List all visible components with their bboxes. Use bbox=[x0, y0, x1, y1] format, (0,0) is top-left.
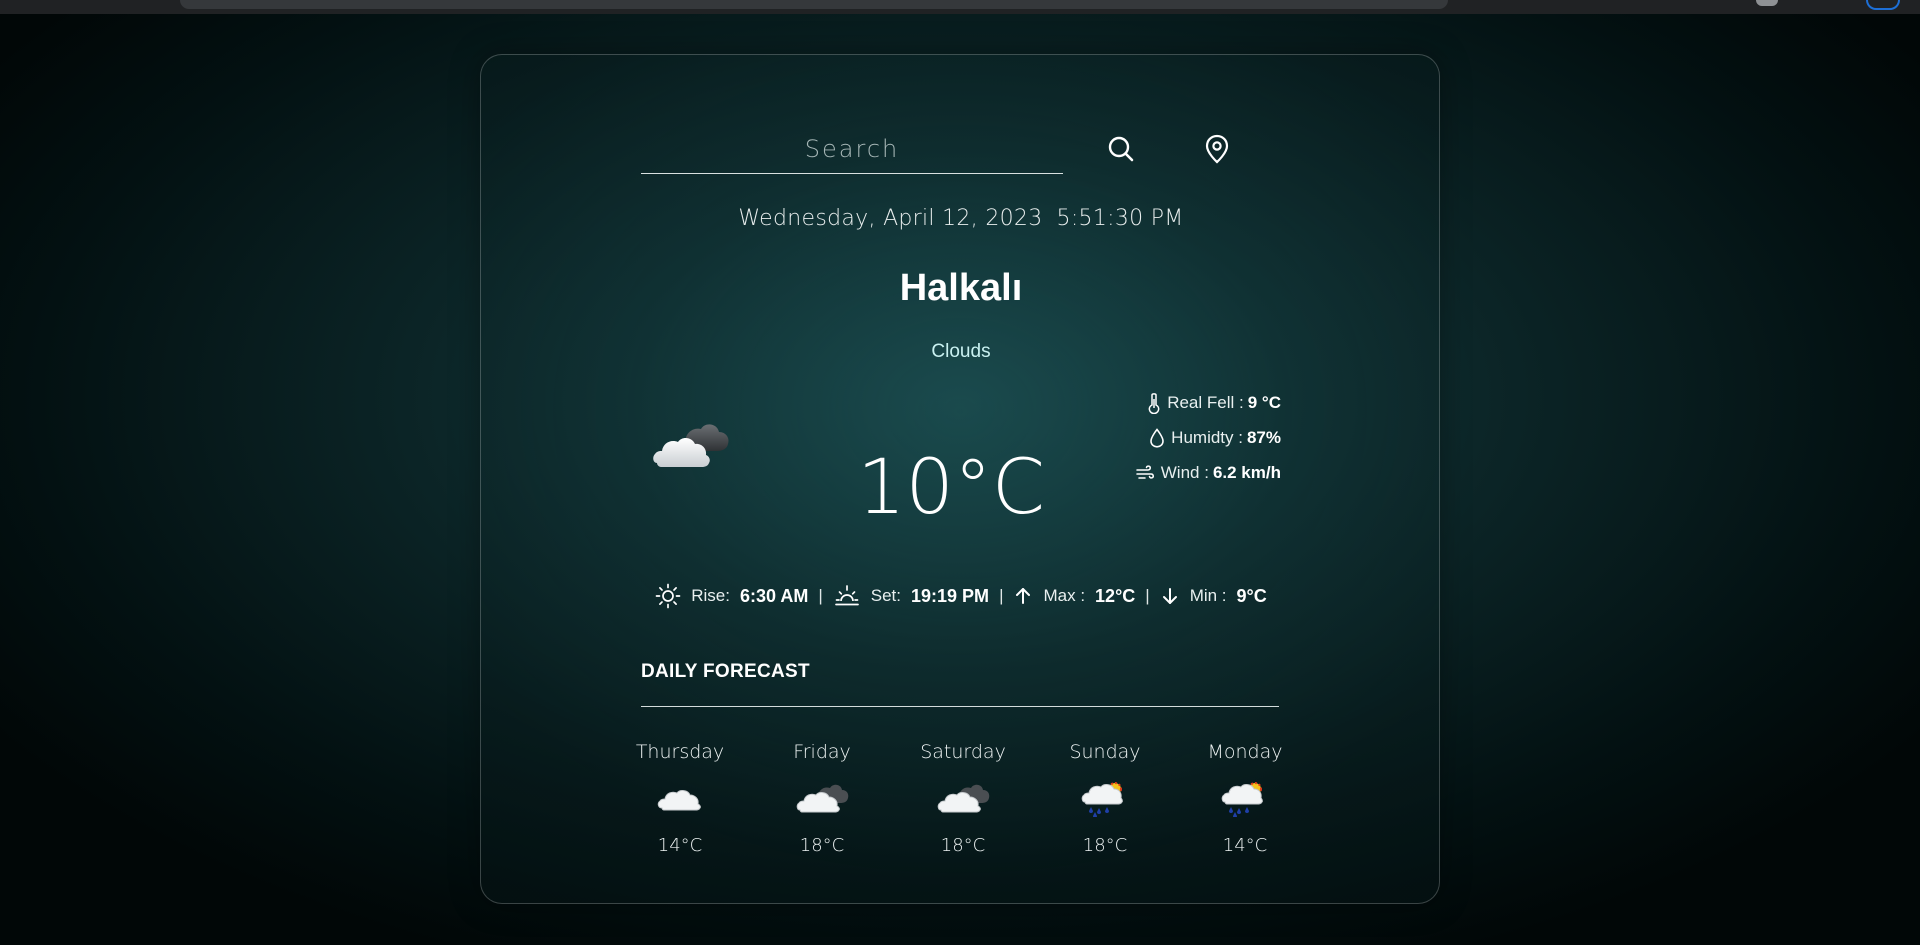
date-time: Wednesday, April 12, 2023 5:51:30 PM bbox=[481, 206, 1441, 231]
forecast-day-name: Monday bbox=[1207, 741, 1283, 763]
thermometer-icon bbox=[1148, 392, 1160, 414]
forecast-day-temp: 18°C bbox=[940, 835, 986, 856]
real-feel-value: 9 °C bbox=[1247, 392, 1281, 412]
separator: | bbox=[999, 586, 1004, 605]
min-temp-value: 9°C bbox=[1236, 585, 1267, 606]
map-pin-icon bbox=[1205, 134, 1229, 164]
forecast-divider bbox=[641, 706, 1279, 707]
real-feel-label: Real Fell : bbox=[1167, 392, 1244, 412]
forecast-title: DAILY FORECAST bbox=[641, 661, 810, 682]
separator: | bbox=[818, 586, 823, 605]
min-temp-item: Min : 9°C bbox=[1160, 586, 1267, 607]
search-input[interactable] bbox=[641, 125, 1063, 174]
max-temp-label: Max : bbox=[1043, 586, 1086, 605]
address-bar[interactable] bbox=[180, 0, 1448, 9]
current-date: Wednesday, April 12, 2023 bbox=[738, 206, 1043, 231]
current-time: 5:51:30 PM bbox=[1056, 206, 1184, 231]
sunset-icon bbox=[834, 585, 859, 606]
forecast-day: Saturday 18°C bbox=[893, 741, 1033, 856]
few-clouds-icon bbox=[652, 777, 708, 817]
weather-details: Real Fell : 9 °C Humidty : 87% Wind : 6.… bbox=[1121, 385, 1281, 490]
forecast-day: Friday 18°C bbox=[752, 741, 892, 856]
sun-temp-row: Rise: 6:30 AM | Set: 19:19 PM | Max : 12… bbox=[481, 581, 1441, 611]
search-button[interactable] bbox=[1103, 131, 1139, 167]
forecast-day-name: Friday bbox=[793, 741, 851, 763]
droplet-icon bbox=[1150, 427, 1164, 448]
weather-card: Wednesday, April 12, 2023 5:51:30 PM Halk… bbox=[480, 54, 1440, 904]
weather-condition: Clouds bbox=[931, 341, 991, 362]
wind-label: Wind : bbox=[1160, 462, 1209, 482]
rain-sun-icon bbox=[1217, 777, 1273, 818]
sunrise-icon bbox=[655, 583, 681, 609]
forecast-day-name: Saturday bbox=[920, 741, 1006, 763]
forecast-day-temp: 14°C bbox=[1222, 835, 1268, 856]
profile-icon[interactable] bbox=[1756, 0, 1778, 6]
forecast-day-name: Sunday bbox=[1069, 741, 1141, 763]
forecast-day: Sunday 18°C bbox=[1035, 741, 1175, 856]
humidity-stat: Humidty : 87% bbox=[1121, 420, 1281, 455]
forecast-day: Monday 14°C bbox=[1175, 741, 1315, 856]
sunrise-label: Rise: bbox=[691, 586, 730, 605]
wind-stat: Wind : 6.2 km/h bbox=[1121, 455, 1281, 490]
sunset-label: Set: bbox=[870, 586, 902, 605]
humidity-value: 87% bbox=[1246, 427, 1281, 447]
browser-chrome bbox=[0, 0, 1920, 14]
wind-icon bbox=[1136, 464, 1154, 479]
broken-clouds-icon bbox=[935, 777, 991, 817]
forecast-day-temp: 14°C bbox=[657, 835, 703, 856]
forecast-day-name: Thursday bbox=[635, 741, 725, 763]
city-name: Halkalı bbox=[899, 267, 1023, 309]
max-temp-item: Max : 12°C bbox=[1013, 586, 1135, 607]
forecast-day-temp: 18°C bbox=[1082, 835, 1128, 856]
extension-icon[interactable] bbox=[1866, 0, 1900, 10]
search-bar bbox=[641, 125, 1281, 185]
forecast-day-temp: 18°C bbox=[799, 835, 845, 856]
sunset-value: 19:19 PM bbox=[911, 585, 990, 606]
location-button[interactable] bbox=[1199, 131, 1235, 167]
broken-clouds-icon bbox=[794, 777, 850, 817]
arrow-up-icon bbox=[1016, 588, 1031, 604]
sunrise-value: 6:30 AM bbox=[739, 585, 809, 606]
arrow-down-icon bbox=[1162, 588, 1177, 604]
current-temperature: 10°C bbox=[857, 442, 1045, 531]
clouds-icon bbox=[651, 413, 731, 477]
wind-value: 6.2 km/h bbox=[1212, 462, 1281, 482]
min-temp-label: Min : bbox=[1189, 586, 1227, 605]
sunrise-item: Rise: 6:30 AM bbox=[655, 583, 808, 609]
search-icon bbox=[1108, 136, 1134, 162]
real-feel-stat: Real Fell : 9 °C bbox=[1121, 385, 1281, 420]
sunset-item: Set: 19:19 PM bbox=[833, 583, 989, 609]
forecast-day: Thursday 14°C bbox=[610, 741, 750, 856]
separator: | bbox=[1145, 586, 1150, 605]
humidity-label: Humidty : bbox=[1171, 427, 1243, 447]
max-temp-value: 12°C bbox=[1095, 585, 1136, 606]
rain-sun-icon bbox=[1077, 777, 1133, 818]
